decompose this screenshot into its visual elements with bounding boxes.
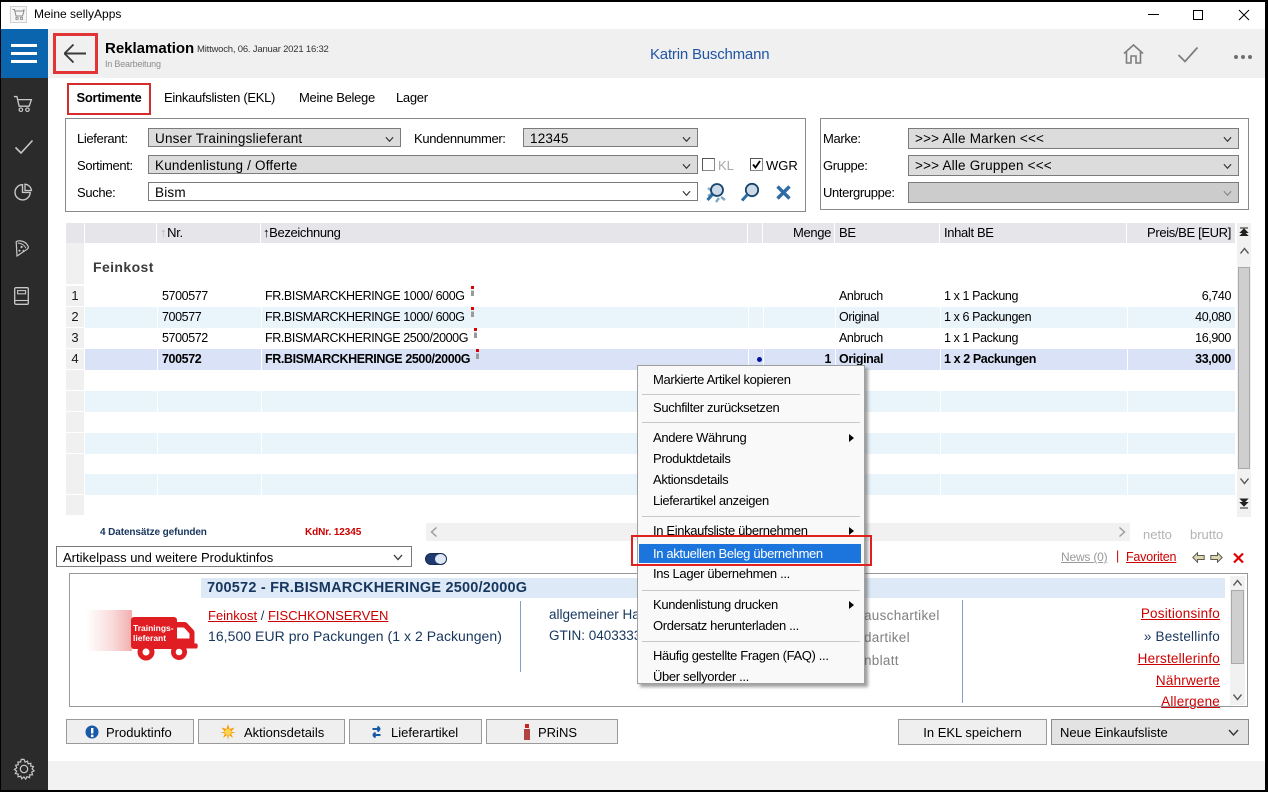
svg-text:lieferant: lieferant: [133, 633, 166, 643]
svg-text:Trainings-: Trainings-: [133, 623, 174, 633]
